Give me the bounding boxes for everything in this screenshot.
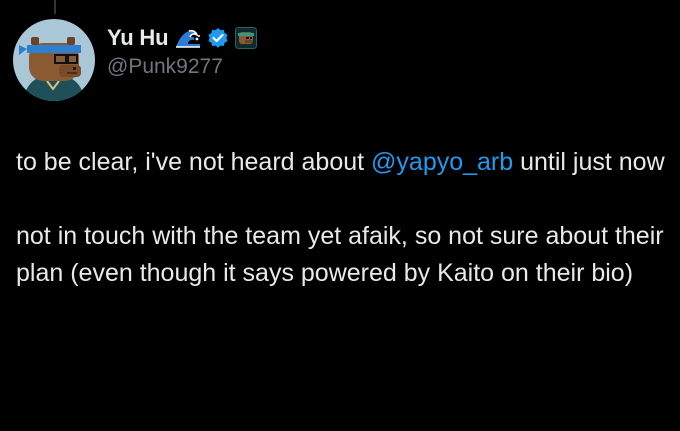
author-identity: Yu Hu @Punk9277 xyxy=(107,23,258,79)
post-header: Yu Hu @Punk9277 xyxy=(13,19,258,101)
author-name-row: Yu Hu xyxy=(107,23,258,53)
post-text-segment: until just now xyxy=(513,148,665,176)
post-text-segment: to be clear, i've not heard about xyxy=(16,148,372,176)
thread-connector-line xyxy=(54,0,56,14)
mention-link[interactable]: @yapyo_arb xyxy=(371,148,513,176)
wave-emoji-icon xyxy=(175,27,201,49)
author-handle[interactable]: @Punk9277 xyxy=(107,55,257,79)
post-paragraph-2: not in touch with the team yet afaik, so… xyxy=(16,222,664,287)
affiliate-icon[interactable] xyxy=(235,27,258,49)
post-text: to be clear, i've not heard about @yapyo… xyxy=(16,144,666,292)
avatar[interactable] xyxy=(13,19,95,101)
post-paragraph-1: to be clear, i've not heard about @yapyo… xyxy=(16,144,666,181)
verified-badge-icon[interactable] xyxy=(207,27,229,49)
capybara-avatar-icon xyxy=(13,19,95,101)
author-display-name[interactable]: Yu Hu xyxy=(107,25,169,51)
